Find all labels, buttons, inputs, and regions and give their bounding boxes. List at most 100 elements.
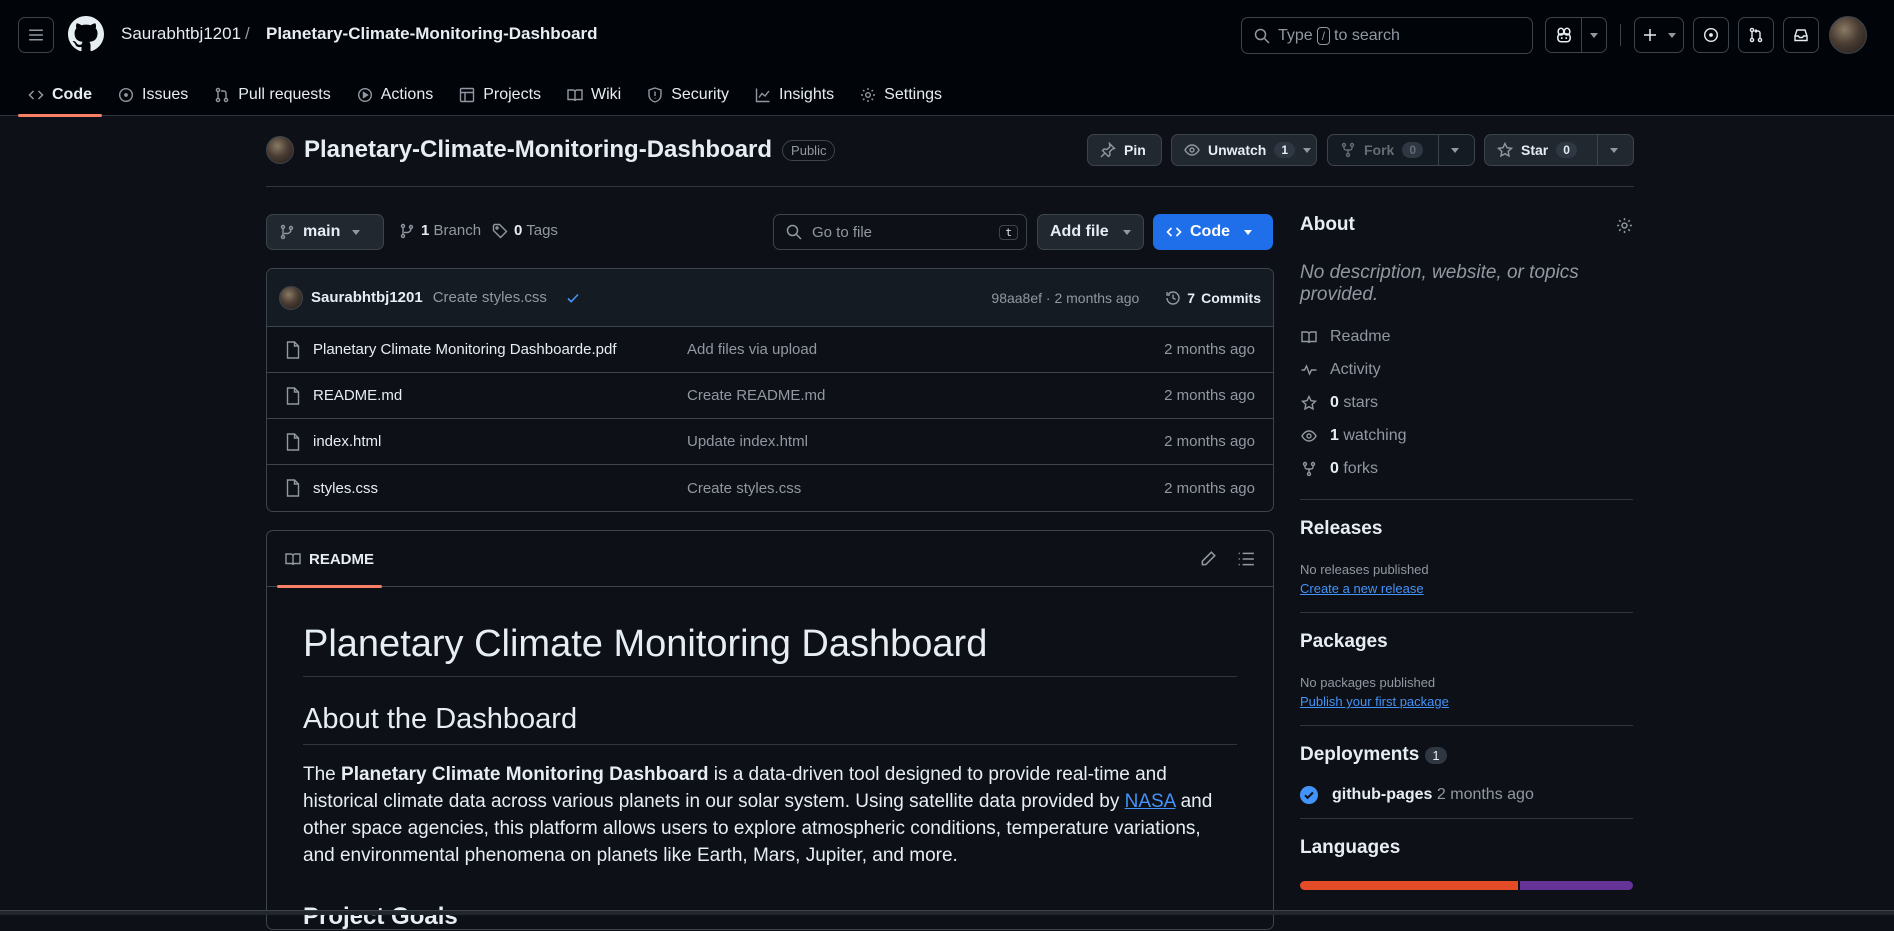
user-avatar[interactable] [1829, 16, 1867, 54]
pin-button[interactable]: Pin [1087, 134, 1162, 166]
commits-history-link[interactable]: 7 Commits [1165, 290, 1261, 306]
graph-icon [755, 88, 770, 103]
github-icon [68, 16, 104, 52]
chevron-down-icon [352, 229, 361, 235]
file-name[interactable]: Planetary Climate Monitoring Dashboarde.… [313, 341, 617, 358]
add-file-button[interactable]: Add file [1037, 214, 1144, 250]
file-commit-message[interactable]: Add files via upload [687, 341, 817, 358]
file-name[interactable]: README.md [313, 387, 402, 404]
deployments-heading[interactable]: Deployments [1300, 744, 1419, 766]
stars-link[interactable]: 0 stars [1300, 386, 1633, 419]
unwatch-button[interactable]: Unwatch 1 [1171, 134, 1317, 166]
file-commit-message[interactable]: Create README.md [687, 387, 825, 404]
branch-label: Branch [433, 222, 482, 239]
menu-button[interactable] [18, 17, 54, 53]
file-row[interactable]: Planetary Climate Monitoring Dashboarde.… [267, 327, 1273, 373]
tab-projects[interactable]: Projects [449, 74, 551, 116]
language-segment-html[interactable] [1300, 881, 1519, 890]
breadcrumb-owner[interactable]: Saurabhtbj1201 [121, 24, 241, 44]
history-icon [1166, 290, 1180, 305]
file-row[interactable]: README.md Create README.md 2 months ago [267, 373, 1273, 419]
gear-icon[interactable] [1616, 217, 1633, 234]
plus-icon [1644, 29, 1656, 41]
fork-dropdown[interactable] [1438, 135, 1471, 165]
global-search-input[interactable]: Type / to search [1241, 17, 1533, 54]
publish-package-link[interactable]: Publish your first package [1300, 694, 1449, 709]
go-to-file-input[interactable]: Go to file t [773, 214, 1027, 250]
item-label: watching [1338, 426, 1407, 444]
visibility-badge: Public [782, 139, 836, 161]
file-icon [286, 386, 300, 405]
owner-avatar[interactable] [266, 136, 294, 164]
github-logo[interactable] [68, 16, 104, 52]
nasa-link[interactable]: NASA [1125, 791, 1176, 812]
tab-security[interactable]: Security [637, 74, 739, 116]
readme-title: Planetary Climate Monitoring Dashboard [303, 623, 1237, 677]
branch-icon [400, 223, 414, 238]
issues-button[interactable] [1693, 17, 1729, 53]
copilot-button[interactable] [1545, 17, 1607, 53]
readme-subheading: Project Goals [303, 903, 458, 930]
branch-selector[interactable]: main [266, 214, 384, 250]
tab-label: Insights [779, 86, 835, 103]
star-button[interactable]: Star 0 [1484, 134, 1634, 166]
paragraph-text: The [303, 764, 342, 785]
sidebar-divider [1300, 725, 1633, 726]
repo-name[interactable]: Planetary-Climate-Monitoring-Dashboard [304, 136, 772, 164]
file-commit-message[interactable]: Create styles.css [687, 480, 801, 497]
star-dropdown[interactable] [1597, 135, 1630, 165]
commit-author[interactable]: Saurabhtbj1201 [311, 289, 423, 306]
tab-actions[interactable]: Actions [347, 74, 443, 116]
check-icon[interactable] [565, 290, 581, 306]
deployment-item[interactable]: github-pages 2 months ago [1300, 786, 1633, 804]
breadcrumb-repo[interactable]: Planetary-Climate-Monitoring-Dashboard [266, 24, 598, 44]
tags-link[interactable]: 0 Tags [492, 222, 558, 239]
item-label: forks [1338, 459, 1379, 477]
create-new-button[interactable] [1634, 17, 1684, 53]
file-row[interactable]: index.html Update index.html 2 months ag… [267, 419, 1273, 465]
tab-pull-requests[interactable]: Pull requests [204, 74, 341, 116]
readme-tab[interactable]: README [277, 531, 383, 588]
readme-link[interactable]: Readme [1300, 320, 1633, 353]
tab-insights[interactable]: Insights [745, 74, 844, 116]
book-icon [567, 89, 583, 102]
commit-hash-time[interactable]: 98aa8ef · 2 months ago [991, 290, 1139, 306]
edit-readme-button[interactable] [1199, 550, 1217, 568]
tab-issues[interactable]: Issues [108, 74, 198, 116]
file-name[interactable]: index.html [313, 433, 381, 450]
packages-heading[interactable]: Packages [1300, 631, 1633, 653]
tab-code[interactable]: Code [18, 74, 102, 117]
horizontal-scrollbar[interactable] [0, 910, 1894, 915]
file-commit-message[interactable]: Update index.html [687, 433, 808, 450]
language-segment-css[interactable] [1520, 881, 1633, 890]
code-icon [28, 90, 44, 100]
file-name[interactable]: styles.css [313, 480, 378, 497]
fork-count: 0 [1402, 142, 1424, 158]
tab-wiki[interactable]: Wiki [557, 74, 631, 116]
tab-label: Actions [380, 86, 434, 103]
file-icon [286, 340, 300, 359]
readme-paragraph: The Planetary Climate Monitoring Dashboa… [303, 761, 1237, 869]
item-label: Activity [1330, 360, 1381, 378]
file-row[interactable]: styles.css Create styles.css 2 months ag… [267, 465, 1273, 511]
create-release-link[interactable]: Create a new release [1300, 581, 1424, 596]
forks-link[interactable]: 0 forks [1300, 452, 1633, 485]
watchers-link[interactable]: 1 watching [1300, 419, 1633, 452]
branches-link[interactable]: 1 Branch [399, 222, 481, 239]
code-button[interactable]: Code [1153, 214, 1273, 250]
pull-requests-button[interactable] [1738, 17, 1774, 53]
tab-label: Security [671, 86, 730, 103]
inbox-button[interactable] [1783, 17, 1819, 53]
deployment-name[interactable]: github-pages [1332, 786, 1432, 803]
commit-author-avatar[interactable] [279, 285, 303, 310]
commit-message[interactable]: Create styles.css [433, 289, 547, 306]
chevron-down-icon [1122, 229, 1131, 235]
outline-button[interactable] [1237, 550, 1255, 568]
chevron-down-icon [1303, 147, 1312, 153]
fork-button[interactable]: Fork 0 [1327, 134, 1475, 166]
readme-header: README [267, 531, 1273, 588]
releases-heading[interactable]: Releases [1300, 518, 1633, 540]
chevron-down-icon [1668, 32, 1676, 38]
activity-link[interactable]: Activity [1300, 353, 1633, 386]
tab-settings[interactable]: Settings [850, 74, 952, 116]
